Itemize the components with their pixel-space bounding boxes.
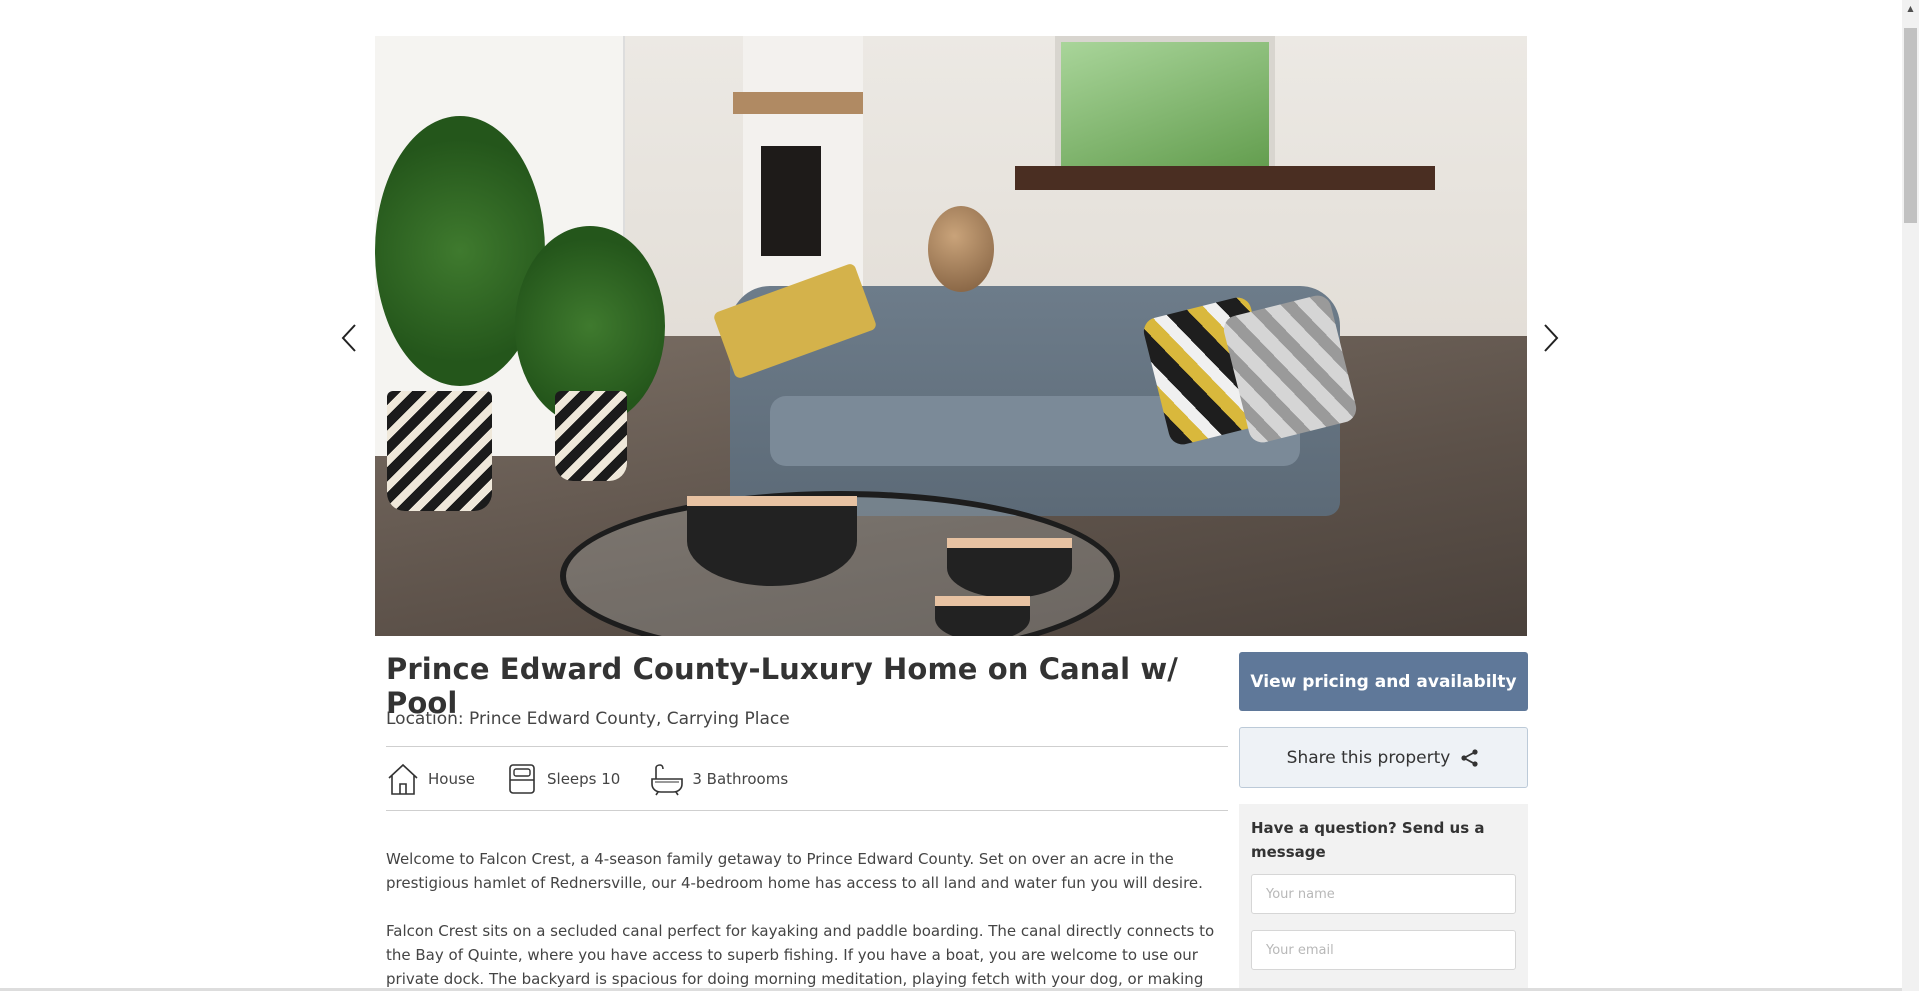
contact-heading: Have a question? Send us a message: [1251, 819, 1485, 861]
view-pricing-button[interactable]: View pricing and availabilty: [1239, 652, 1528, 711]
bathtub-icon: [651, 763, 684, 795]
name-field[interactable]: [1251, 874, 1516, 914]
feature-bathrooms: 3 Bathrooms: [650, 762, 788, 796]
house-icon: [388, 763, 418, 795]
listing-description: Welcome to Falcon Crest, a 4-season fami…: [386, 847, 1228, 991]
share-property-button[interactable]: Share this property: [1239, 727, 1528, 788]
photo-gallery[interactable]: [375, 36, 1527, 636]
gallery-photo: [375, 36, 1527, 636]
chevron-left-icon: [341, 324, 356, 352]
email-field[interactable]: [1251, 930, 1516, 970]
listing-features: House Sleeps 10 3 Bathrooms: [386, 747, 1228, 810]
gallery-prev-button[interactable]: [334, 318, 364, 358]
vertical-scrollbar[interactable]: ▲: [1902, 0, 1919, 991]
scroll-up-icon[interactable]: ▲: [1902, 0, 1919, 17]
contact-form: Have a question? Send us a message: [1239, 804, 1528, 991]
listing-details: Prince Edward County-Luxury Home on Cana…: [386, 652, 1228, 991]
feature-property-type: House: [386, 762, 475, 796]
description-paragraph: Welcome to Falcon Crest, a 4-season fami…: [386, 850, 1203, 892]
page-title: Prince Edward County-Luxury Home on Cana…: [386, 652, 1178, 720]
feature-label: 3 Bathrooms: [692, 769, 789, 788]
listing-location: Location: Prince Edward County, Carrying…: [386, 709, 790, 729]
feature-sleeps: Sleeps 10: [505, 762, 620, 796]
bed-icon: [509, 763, 535, 794]
divider: [386, 810, 1228, 811]
chevron-right-icon: [1544, 324, 1559, 352]
share-label: Share this property: [1286, 747, 1451, 768]
feature-label: Sleeps 10: [547, 769, 621, 788]
booking-sidebar: View pricing and availabilty Share this …: [1239, 652, 1528, 991]
feature-label: House: [428, 769, 476, 788]
scrollbar-thumb[interactable]: [1904, 28, 1917, 223]
share-icon: [1461, 748, 1478, 767]
description-paragraph: Falcon Crest sits on a secluded canal pe…: [386, 922, 1215, 988]
gallery-next-button[interactable]: [1536, 318, 1566, 358]
